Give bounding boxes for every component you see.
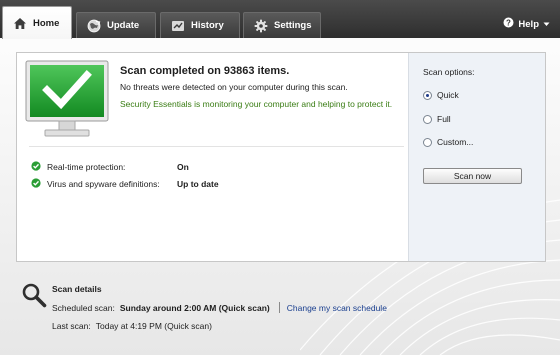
scheduled-scan-value: Sunday around 2:00 AM (Quick scan) xyxy=(119,302,270,313)
scan-option-custom-label: Custom... xyxy=(437,137,474,147)
tab-bar: Home Update History Settings ? Help xyxy=(0,0,560,39)
magnifier-icon xyxy=(22,283,47,308)
change-schedule-link[interactable]: Change my scan schedule xyxy=(287,303,387,313)
tab-home-label: Home xyxy=(33,17,60,29)
radio-custom[interactable] xyxy=(423,137,432,147)
help-label: Help xyxy=(518,18,539,30)
green-check-icon xyxy=(31,178,41,190)
svg-text:?: ? xyxy=(506,18,511,27)
tab-settings-label: Settings xyxy=(274,20,312,31)
last-scan-row: Last scan: Today at 4:19 PM (Quick scan) xyxy=(52,321,212,331)
green-check-icon xyxy=(31,161,41,173)
history-icon xyxy=(171,19,185,33)
home-icon xyxy=(13,17,27,30)
scheduled-scan-label: Scheduled scan: xyxy=(52,302,115,313)
scan-option-quick-label: Quick xyxy=(437,90,459,100)
tab-settings[interactable]: Settings xyxy=(243,12,321,38)
last-scan-value: Today at 4:19 PM (Quick scan) xyxy=(95,321,212,331)
separator xyxy=(278,302,280,313)
scan-options-title: Scan options: xyxy=(423,67,475,77)
scan-option-full-label: Full xyxy=(437,114,451,124)
scan-now-button[interactable]: Scan now xyxy=(423,168,522,184)
last-scan-label: Last scan: xyxy=(52,321,91,331)
definitions-value: Up to date xyxy=(177,179,219,189)
realtime-protection-label: Real-time protection: xyxy=(47,162,126,172)
scan-option-full[interactable]: Full xyxy=(423,114,451,124)
scan-status-subtitle: No threats were detected on your compute… xyxy=(120,82,348,92)
chevron-down-icon xyxy=(543,19,550,30)
divider xyxy=(29,146,404,147)
realtime-protection-value: On xyxy=(177,162,189,172)
help-icon: ? xyxy=(503,17,514,31)
status-panel: Scan completed on 93863 items. No threat… xyxy=(16,52,546,262)
tab-update[interactable]: Update xyxy=(76,12,156,38)
scan-options-panel: Scan options: Quick Full Custom... Scan … xyxy=(408,53,545,261)
scan-option-quick[interactable]: Quick xyxy=(423,90,459,100)
help-button[interactable]: ? Help xyxy=(503,17,550,31)
tab-update-label: Update xyxy=(107,20,140,31)
tab-home[interactable]: Home xyxy=(2,6,72,39)
protected-monitor-checkmark-icon xyxy=(25,60,109,137)
realtime-protection-row: Real-time protection: On xyxy=(31,161,189,173)
tab-history-label: History xyxy=(191,20,224,31)
definitions-label: Virus and spyware definitions: xyxy=(47,179,160,189)
scheduled-scan-row: Scheduled scan: Sunday around 2:00 AM (Q… xyxy=(52,302,387,313)
scan-status-title: Scan completed on 93863 items. xyxy=(120,65,290,77)
definitions-row: Virus and spyware definitions: Up to dat… xyxy=(31,178,219,190)
radio-full[interactable] xyxy=(423,114,432,124)
gear-icon xyxy=(254,19,268,33)
tab-history[interactable]: History xyxy=(160,12,240,38)
radio-quick[interactable] xyxy=(423,90,432,100)
scan-details-title: Scan details xyxy=(52,284,102,294)
scan-option-custom[interactable]: Custom... xyxy=(423,137,473,147)
update-globe-icon xyxy=(87,19,101,33)
protection-status-message: Security Essentials is monitoring your c… xyxy=(120,99,393,109)
